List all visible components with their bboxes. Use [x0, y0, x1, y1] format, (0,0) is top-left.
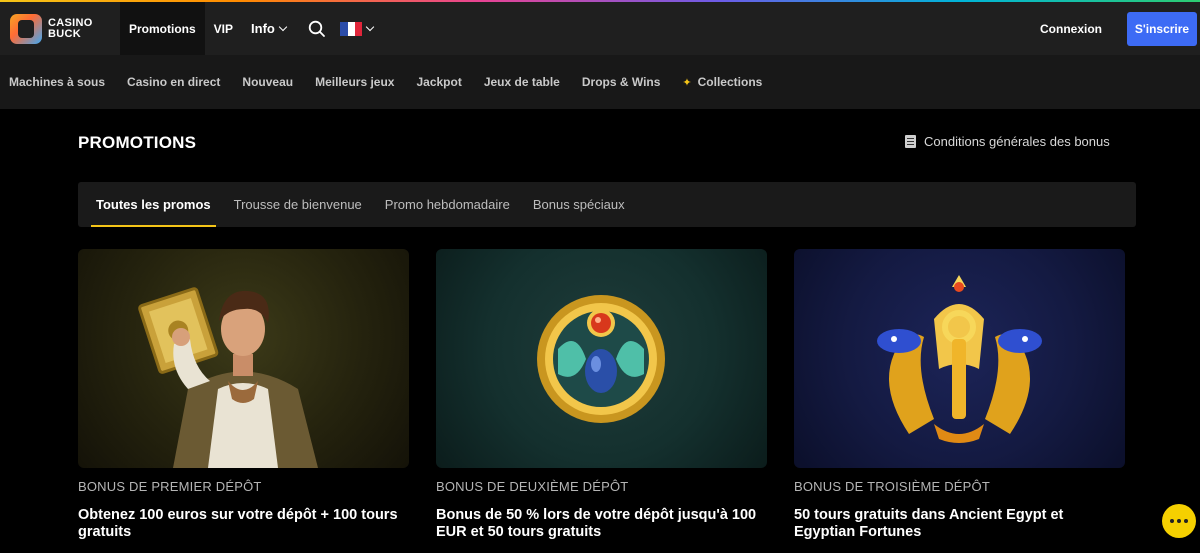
promo-tabs: Toutes les promos Trousse de bienvenue P…	[78, 182, 1136, 227]
category-drops-wins[interactable]: Drops & Wins	[582, 75, 661, 89]
nav-info[interactable]: Info	[242, 2, 295, 55]
promo-title: 50 tours gratuits dans Ancient Egypt et …	[794, 507, 1064, 540]
search-icon[interactable]	[299, 2, 335, 55]
nav-vip[interactable]: VIP	[205, 2, 242, 55]
top-nav: Promotions VIP Info	[120, 2, 375, 55]
promo-image-cobras[interactable]	[794, 249, 1125, 468]
page-title: PROMOTIONS	[78, 133, 197, 152]
category-collections[interactable]: ✦ Collections	[682, 75, 762, 89]
sparkle-icon: ✦	[682, 76, 692, 89]
chat-dot	[1177, 519, 1181, 523]
nav-promotions[interactable]: Promotions	[120, 2, 205, 55]
promo-card[interactable]: BONUS DE TROISIÈME DÉPÔT 50 tours gratui…	[794, 249, 1125, 541]
promo-card[interactable]: BONUS DE PREMIER DÉPÔT Obtenez 100 euros…	[78, 249, 409, 541]
chat-dot	[1184, 519, 1188, 523]
promo-kicker: BONUS DE DEUXIÈME DÉPÔT	[436, 479, 629, 494]
tab-all-promos[interactable]: Toutes les promos	[91, 182, 216, 227]
category-jackpot[interactable]: Jackpot	[416, 75, 461, 89]
logo-text: CASINO BUCK	[48, 16, 93, 40]
category-new[interactable]: Nouveau	[242, 75, 293, 89]
chevron-down-icon	[366, 22, 375, 32]
promo-image-scarab[interactable]	[436, 249, 767, 468]
category-slots[interactable]: Machines à sous	[9, 75, 105, 89]
promo-card[interactable]: BONUS DE DEUXIÈME DÉPÔT Bonus de 50 % lo…	[436, 249, 767, 541]
promo-kicker: BONUS DE TROISIÈME DÉPÔT	[794, 479, 990, 494]
promo-kicker: BONUS DE PREMIER DÉPÔT	[78, 479, 262, 494]
logo[interactable]: CASINO BUCK	[0, 2, 120, 55]
promo-title: Bonus de 50 % lors de votre dépôt jusqu'…	[436, 507, 757, 540]
promo-image-explorer[interactable]	[78, 249, 409, 468]
bonus-terms-link[interactable]: Conditions générales des bonus	[905, 134, 1110, 149]
tab-special-bonus[interactable]: Bonus spéciaux	[528, 182, 630, 227]
tab-weekly-promo[interactable]: Promo hebdomadaire	[380, 182, 515, 227]
chevron-down-icon	[278, 22, 288, 32]
logo-icon	[10, 13, 42, 44]
signup-button[interactable]: S'inscrire	[1127, 12, 1197, 46]
chat-dot	[1170, 519, 1174, 523]
tab-welcome-pack[interactable]: Trousse de bienvenue	[229, 182, 367, 227]
document-icon	[905, 135, 916, 148]
language-selector[interactable]	[339, 2, 375, 55]
category-live-casino[interactable]: Casino en direct	[127, 75, 220, 89]
bonus-terms-label: Conditions générales des bonus	[924, 134, 1110, 149]
logo-line-2: BUCK	[48, 27, 81, 40]
chat-icon[interactable]	[1162, 504, 1196, 538]
flag-icon	[340, 21, 363, 36]
logo-line-1: CASINO	[48, 16, 93, 29]
login-button[interactable]: Connexion	[1040, 2, 1102, 55]
category-collections-label: Collections	[697, 75, 763, 89]
promo-title: Obtenez 100 euros sur votre dépôt + 100 …	[78, 507, 398, 540]
category-bar: Machines à sous Casino en direct Nouveau…	[0, 55, 1200, 109]
category-table-games[interactable]: Jeux de table	[484, 75, 560, 89]
category-top-games[interactable]: Meilleurs jeux	[315, 75, 394, 89]
nav-info-label: Info	[251, 21, 275, 36]
header: CASINO BUCK Promotions VIP Info Connexio…	[0, 2, 1200, 55]
